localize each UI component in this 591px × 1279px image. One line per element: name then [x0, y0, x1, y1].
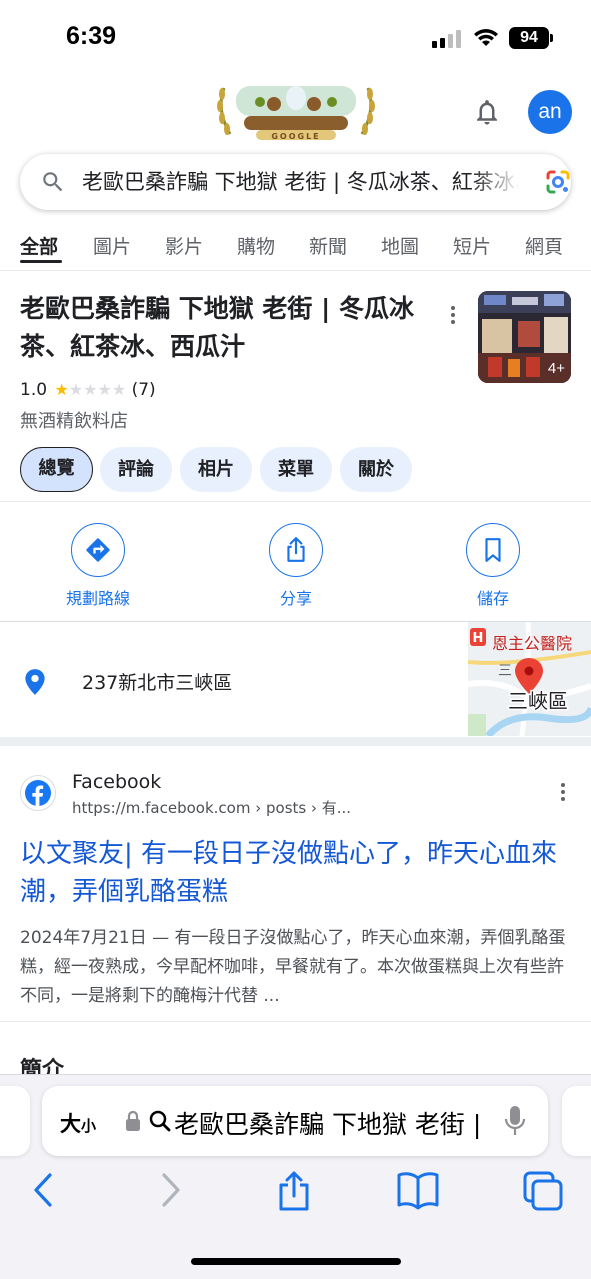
battery-nub — [550, 34, 553, 42]
tab-news[interactable]: 新聞 — [309, 232, 347, 259]
save-label: 儲存 — [476, 589, 509, 608]
map-label-district: 三峽區 — [508, 689, 568, 713]
rating-row[interactable]: 1.0 ★★★★★ (7) — [20, 380, 156, 404]
chip-menu[interactable]: 菜單 — [260, 447, 332, 492]
active-tab-indicator — [20, 260, 62, 263]
text-size-small: 小 — [81, 1117, 97, 1135]
share-icon[interactable] — [276, 1170, 312, 1212]
lock-icon — [126, 1110, 140, 1131]
tab-all[interactable]: 全部 — [20, 232, 58, 259]
doodle-text: GOOGLE — [271, 132, 320, 141]
result-more-options-icon[interactable] — [561, 783, 565, 804]
star-rating-icon: ★★★★★ — [54, 380, 126, 399]
place-category: 無酒精飲料店 — [20, 411, 128, 432]
directions-button[interactable]: 規劃路線 — [43, 523, 153, 609]
google-lens-icon[interactable] — [544, 168, 571, 196]
location-pin-icon — [25, 669, 45, 695]
svg-text:H: H — [473, 631, 484, 646]
cellular-signal-icon — [432, 30, 464, 48]
site-favicon[interactable] — [20, 775, 56, 811]
share-button[interactable]: 分享 — [241, 523, 351, 609]
rating-value: 1.0 — [20, 380, 48, 400]
star-empty-icon: ★ — [111, 380, 127, 399]
result-snippet: 2024年7月21日 — 有一段日子沒做點心了，昨天心血來潮，弄個乳酪蛋糕，經一… — [20, 928, 566, 1006]
place-address[interactable]: 237新北市三峽區 — [82, 668, 232, 695]
save-button[interactable]: 儲存 — [438, 523, 548, 609]
star-filled-icon: ★ — [54, 380, 69, 399]
section-divider — [0, 737, 591, 746]
google-doodle[interactable]: GOOGLE — [214, 80, 378, 144]
status-time: 6:39 — [66, 22, 117, 50]
forward-arrow-icon[interactable] — [158, 1170, 184, 1210]
microphone-icon[interactable] — [504, 1104, 526, 1138]
search-fade — [472, 154, 528, 210]
place-photo[interactable]: 4+ — [478, 291, 571, 383]
wifi-icon — [474, 29, 498, 46]
home-indicator — [191, 1258, 401, 1265]
tab-short-videos[interactable]: 短片 — [453, 232, 491, 259]
map-label-small: 三 — [498, 663, 512, 679]
share-label: 分享 — [279, 589, 312, 608]
place-title[interactable]: 老歐巴桑詐騙 下地獄 老街 | 冬瓜冰茶、紅茶冰、西瓜汁 — [20, 290, 440, 366]
chip-reviews[interactable]: 評論 — [100, 447, 172, 492]
address-bar-text[interactable]: 老歐巴桑詐騙 下地獄 老街 | 冬瓜冰茶、紅茶冰、西瓜汁 — [174, 1105, 484, 1141]
search-icon — [149, 1110, 171, 1132]
search-query[interactable]: 老歐巴桑詐騙 下地獄 老街 | 冬瓜冰茶、紅茶冰、西瓜汁 — [82, 168, 522, 196]
tab-maps[interactable]: 地圖 — [381, 232, 419, 259]
star-empty-icon: ★ — [83, 380, 98, 399]
tabs-divider — [0, 270, 591, 271]
place-more-options-icon[interactable] — [451, 306, 455, 327]
result-url[interactable]: https://m.facebook.com › posts › 有... — [72, 797, 351, 818]
text-size-large: 大 — [60, 1112, 81, 1136]
directions-label: 規劃路線 — [65, 589, 130, 608]
account-avatar[interactable]: an — [528, 90, 572, 134]
text-size-button[interactable]: 大小 — [60, 1108, 96, 1138]
tab-images[interactable]: 圖片 — [93, 232, 131, 259]
result-divider — [0, 1021, 591, 1022]
star-empty-icon: ★ — [68, 380, 84, 399]
bookmark-icon — [485, 538, 501, 562]
photo-count: 4+ — [547, 360, 565, 377]
address-bar[interactable]: 大小 老歐巴桑詐騙 下地獄 老街 | 冬瓜冰茶、紅茶冰、西瓜汁 — [42, 1086, 548, 1156]
status-bar: 6:39 94 — [0, 0, 591, 76]
result-site-name[interactable]: Facebook — [72, 771, 161, 793]
notifications-bell-icon[interactable] — [472, 97, 502, 127]
map-thumbnail[interactable]: H 恩主公醫院 三 三峽區 — [468, 622, 591, 736]
tab-web[interactable]: 網頁 — [525, 232, 563, 259]
map-image: H 恩主公醫院 三 三峽區 — [468, 622, 591, 736]
map-label-hospital: 恩主公醫院 — [492, 634, 572, 653]
chip-photos[interactable]: 相片 — [180, 447, 252, 492]
result-title-link[interactable]: 以文聚友| 有一段日子沒做點心了，昨天心血來潮，弄個乳酪蛋糕 — [20, 835, 560, 911]
chip-overview[interactable]: 總覽 — [20, 447, 93, 492]
tab-videos[interactable]: 影片 — [165, 232, 203, 259]
battery-indicator: 94 — [509, 27, 549, 49]
bookmarks-icon[interactable] — [396, 1170, 440, 1210]
share-icon — [287, 537, 305, 562]
back-arrow-icon[interactable] — [30, 1170, 56, 1210]
search-tabs: 全部 圖片 影片 購物 新聞 地圖 短片 網頁 — [0, 226, 591, 266]
tab-shopping[interactable]: 購物 — [237, 232, 275, 259]
facebook-icon — [25, 780, 51, 806]
chips-divider — [0, 501, 591, 502]
tabs-icon[interactable] — [522, 1170, 564, 1212]
review-count: (7) — [131, 380, 156, 400]
search-box[interactable]: 老歐巴桑詐騙 下地獄 老街 | 冬瓜冰茶、紅茶冰、西瓜汁 — [20, 154, 571, 210]
directions-icon — [86, 538, 110, 562]
previous-tab-preview[interactable] — [0, 1086, 30, 1156]
chip-about[interactable]: 關於 — [340, 447, 412, 492]
search-icon — [43, 172, 63, 192]
star-empty-icon: ★ — [97, 380, 112, 399]
next-tab-preview[interactable] — [562, 1086, 591, 1156]
